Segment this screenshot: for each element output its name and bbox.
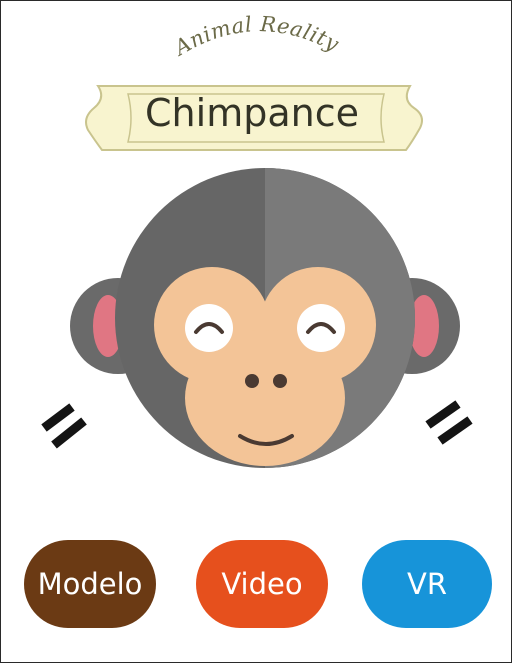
chimpanzee-face-icon (41, 168, 473, 468)
left-eye (185, 304, 233, 352)
app-subtitle: Animal Reality (169, 12, 344, 61)
modelo-button[interactable]: Modelo (24, 540, 156, 628)
right-motion-dashes (425, 400, 473, 445)
header: Animal Reality Chimpance (85, 12, 423, 151)
video-button[interactable]: Video (196, 540, 328, 628)
vr-button-label: VR (407, 567, 447, 601)
modelo-button-label: Modelo (37, 567, 143, 601)
page-title: Chimpance (145, 91, 359, 135)
vr-button[interactable]: VR (362, 540, 492, 628)
left-motion-dashes (41, 403, 87, 449)
right-eye (297, 304, 345, 352)
video-button-label: Video (221, 567, 303, 601)
